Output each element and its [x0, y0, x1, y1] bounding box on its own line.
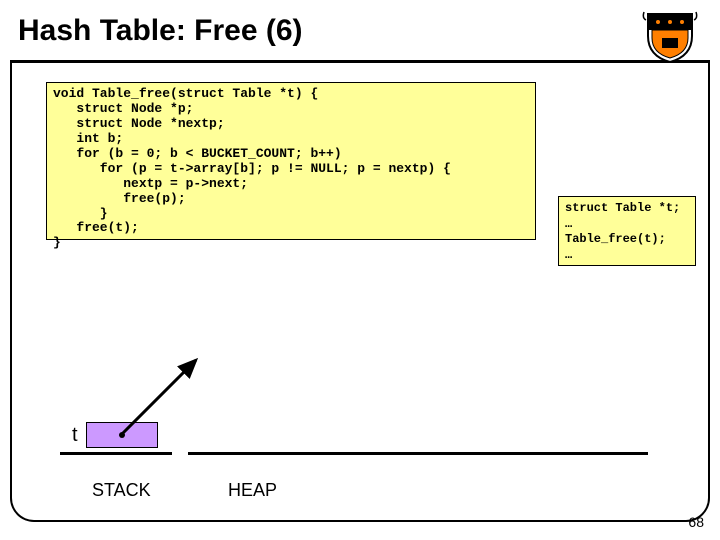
- stack-divider: [60, 452, 172, 455]
- page-number: 68: [688, 514, 704, 530]
- code-block-caller: struct Table *t; … Table_free(t); …: [558, 196, 696, 266]
- princeton-shield-icon: [642, 10, 698, 64]
- variable-t-label: t: [72, 424, 78, 447]
- slide: Hash Table: Free (6) void Table_free(str…: [0, 0, 720, 540]
- heap-label: HEAP: [228, 480, 277, 501]
- stack-label: STACK: [92, 480, 151, 501]
- title-area: Hash Table: Free (6): [10, 6, 710, 63]
- variable-t-box: [86, 422, 158, 448]
- slide-title: Hash Table: Free (6): [10, 6, 710, 48]
- heap-divider: [188, 452, 648, 455]
- code-block-main: void Table_free(struct Table *t) { struc…: [46, 82, 536, 240]
- pointer-dot-icon: [119, 432, 125, 438]
